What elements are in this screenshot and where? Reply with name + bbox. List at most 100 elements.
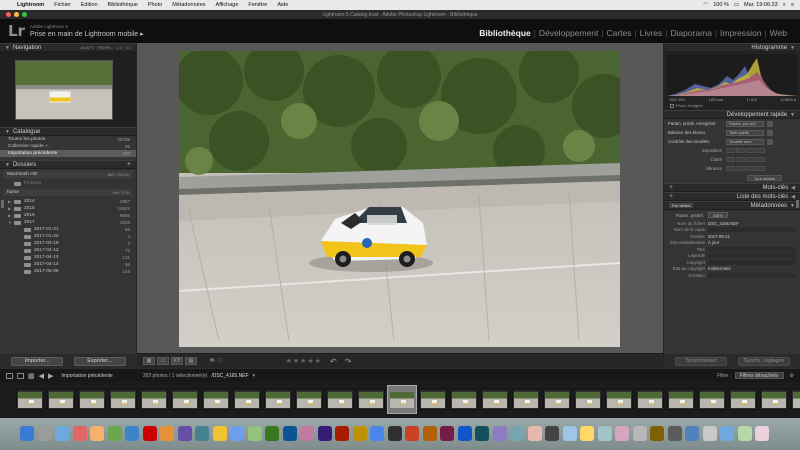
filmstrip-thumb[interactable] xyxy=(202,389,230,410)
dock-app-icon[interactable] xyxy=(737,426,752,441)
second-window-2-icon[interactable] xyxy=(17,372,24,379)
folder-item[interactable]: 2017-01-21 65 xyxy=(0,226,136,233)
metadata-value[interactable] xyxy=(708,227,796,233)
folder-item[interactable]: ▶ 2014 2857 xyxy=(0,198,136,205)
module-developpement[interactable]: Développement xyxy=(536,28,602,38)
battery-percent[interactable]: 100 % xyxy=(713,2,729,8)
dock-app-icon[interactable] xyxy=(422,426,437,441)
filmstrip-thumb[interactable] xyxy=(574,389,602,410)
survey-view-icon[interactable]: ▤ xyxy=(185,357,197,365)
filmstrip-thumb[interactable] xyxy=(698,389,726,410)
dock-app-icon[interactable] xyxy=(125,426,139,441)
dock-app-icon[interactable] xyxy=(685,426,699,441)
search-icon[interactable]: ⌕ xyxy=(783,2,786,9)
grid-icon[interactable]: ▦ xyxy=(28,372,35,380)
menu-list-icon[interactable]: ≡ xyxy=(791,2,794,8)
add-keyword-icon[interactable]: + xyxy=(669,184,673,191)
clock[interactable]: Mar. 19:06:23 xyxy=(744,2,778,8)
dock-app-icon[interactable] xyxy=(177,426,192,441)
dropdown-icon[interactable]: ▾ xyxy=(253,373,256,379)
dock-app-icon[interactable] xyxy=(527,426,542,441)
add-keyword-list-icon[interactable]: + xyxy=(669,193,673,200)
reject-flag-icon[interactable]: ⚐ xyxy=(217,357,223,365)
expand-arrow-icon[interactable] xyxy=(767,138,773,145)
filmstrip-thumb[interactable] xyxy=(512,389,540,410)
dock-app-icon[interactable] xyxy=(212,426,227,441)
dock-app-icon[interactable] xyxy=(195,426,209,441)
dock-app-icon[interactable] xyxy=(72,426,87,441)
folder-item[interactable]: ▶ 2016 8695 xyxy=(0,212,136,219)
dock-app-icon[interactable] xyxy=(562,426,577,441)
dock-app-icon[interactable] xyxy=(142,426,157,441)
filmstrip-thumb[interactable] xyxy=(481,389,509,410)
folder-item[interactable]: 2017-01-22 4 xyxy=(0,233,136,240)
catalog-item[interactable]: Collection rapide + 96 xyxy=(0,143,136,150)
filmstrip-thumb[interactable] xyxy=(233,389,261,410)
filmstrip-thumb[interactable] xyxy=(729,389,757,410)
vibrance-stepper[interactable] xyxy=(726,166,765,171)
filmstrip-thumb[interactable] xyxy=(16,389,44,410)
dock-app-icon[interactable] xyxy=(632,426,647,441)
dock-app-icon[interactable] xyxy=(352,426,367,441)
identity-title[interactable]: Prise en main de Lightroom mobile ▸ xyxy=(30,30,144,38)
dock-app-icon[interactable] xyxy=(335,426,349,441)
filmstrip-thumb[interactable] xyxy=(791,389,800,410)
metadata-value[interactable]: Indéterminé xyxy=(708,266,796,271)
dock-app-icon[interactable] xyxy=(615,426,629,441)
filmstrip-thumb[interactable] xyxy=(760,389,788,410)
menu-bibliotheque[interactable]: Bibliothèque xyxy=(103,2,143,8)
dock-app-icon[interactable] xyxy=(755,426,769,441)
keyword-list-header[interactable]: + Liste des mots-clés ◀ xyxy=(664,192,800,201)
filmstrip-thumb[interactable] xyxy=(140,389,168,410)
loupe-view-icon[interactable]: ▭ xyxy=(157,357,169,365)
grid-view-icon[interactable]: ▦ xyxy=(143,357,155,365)
filmstrip-thumb[interactable] xyxy=(636,389,664,410)
navigator-thumbnail[interactable] xyxy=(15,60,113,120)
filter-dropdown[interactable]: Filtres désactivés xyxy=(734,372,784,379)
right-panel-toggle[interactable] xyxy=(796,200,799,208)
navigator-zoom-options[interactable]: ADAPT. · REMPL. · 1:1 · 3:1 xyxy=(80,45,131,50)
filmstrip-thumb[interactable] xyxy=(171,389,199,410)
histogram[interactable]: ISO 100 183 mm f / 8,0 1/1600 s Photo d'… xyxy=(664,52,800,110)
second-window-1-icon[interactable] xyxy=(6,372,13,379)
metadata-value[interactable] xyxy=(708,272,796,278)
dock-app-icon[interactable] xyxy=(580,426,594,441)
metadata-value[interactable] xyxy=(708,259,796,265)
dock-app-icon[interactable] xyxy=(230,426,244,441)
folder-item[interactable]: 2017-04-14 98 xyxy=(0,261,136,268)
menu-affichage[interactable]: Affichage xyxy=(211,2,244,8)
filmstrip-thumb-selected[interactable] xyxy=(387,385,417,414)
close-window-button[interactable] xyxy=(6,12,11,17)
folder-item[interactable]: 2017-04-12 73 xyxy=(0,247,136,254)
dock-app-icon[interactable] xyxy=(667,426,682,441)
menu-aide[interactable]: Aide xyxy=(272,2,293,8)
module-diaporama[interactable]: Diaporama xyxy=(667,28,715,38)
dock-app-icon[interactable] xyxy=(720,426,734,441)
folders-header[interactable]: ▼ Dossiers + xyxy=(0,160,136,169)
dock-app-icon[interactable] xyxy=(160,426,174,441)
dock-app-icon[interactable] xyxy=(265,426,279,441)
sync-button[interactable]: Synchroniser xyxy=(675,356,728,366)
filmstrip-thumb[interactable] xyxy=(357,389,385,410)
menu-photo[interactable]: Photo xyxy=(143,2,167,8)
metadata-preset-dropdown[interactable]: Sans xyxy=(708,212,728,218)
dock-app-icon[interactable] xyxy=(545,426,559,441)
metadata-view-dropdown[interactable]: Par défaut xyxy=(669,203,694,208)
menu-fichier[interactable]: Fichier xyxy=(49,2,76,8)
left-panel-toggle[interactable] xyxy=(1,200,4,208)
filmstrip-thumb[interactable] xyxy=(605,389,633,410)
dock-app-icon[interactable] xyxy=(702,426,717,441)
battery-icon[interactable]: ▭ xyxy=(734,2,739,8)
dock-app-icon[interactable] xyxy=(457,426,472,441)
navigator-preview[interactable] xyxy=(0,52,136,127)
module-impression[interactable]: Impression xyxy=(717,28,765,38)
dock-app-icon[interactable] xyxy=(492,426,507,441)
dock-app-icon[interactable] xyxy=(247,426,262,441)
dock-app-icon[interactable] xyxy=(650,426,664,441)
filmstrip-thumb[interactable] xyxy=(109,389,137,410)
expand-arrow-icon[interactable] xyxy=(767,120,773,127)
preset-dropdown[interactable]: Param. par déf. xyxy=(726,120,764,127)
filmstrip-thumb[interactable] xyxy=(450,389,478,410)
volume-header[interactable]: Macintosh HD 18/1 / 99 Go xyxy=(3,171,133,178)
folder-item[interactable]: 2017-05-06 143 xyxy=(0,268,136,275)
